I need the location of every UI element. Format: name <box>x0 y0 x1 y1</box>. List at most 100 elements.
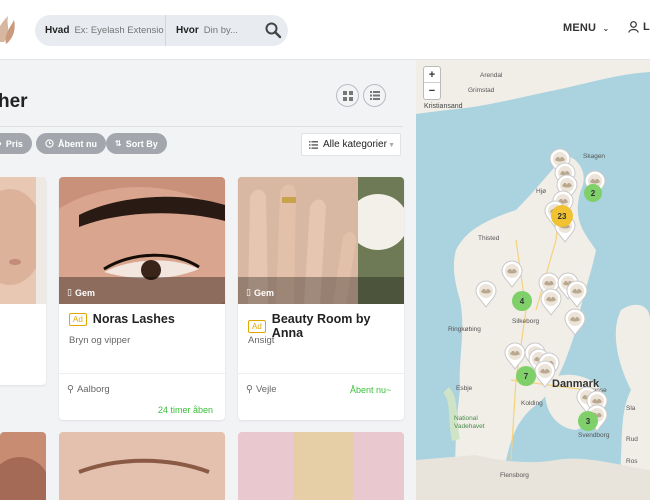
location-label: Vejle <box>255 384 277 395</box>
listing-location: ⚲ Aalborg <box>67 384 110 395</box>
listing-photo <box>238 177 404 304</box>
map-background <box>416 60 650 500</box>
divider <box>59 373 225 374</box>
brand-logo-icon[interactable] <box>0 12 18 48</box>
user-icon <box>628 21 639 33</box>
listing-card-partial[interactable] <box>0 432 46 500</box>
search-what-field[interactable]: Hvad <box>35 15 166 46</box>
map-label: Thisted <box>478 235 500 242</box>
listing-card[interactable]: ▯ Gem Ad Noras Lashes Bryn og vipper ⚲ A… <box>59 177 225 420</box>
category-select-value: Alle kategorier <box>323 139 387 150</box>
map-view[interactable]: + − Arendal Grimstad Kristiansand Skagen… <box>416 60 650 500</box>
search-what-label: Hvad <box>45 25 70 36</box>
sort-by-button[interactable]: ⇅ Sort By <box>106 133 167 154</box>
menu-button[interactable]: MENU ⌄ <box>563 22 609 34</box>
divider <box>238 373 404 374</box>
cluster-count: 7 <box>523 371 529 381</box>
map-label: Ringkøbing <box>448 326 481 333</box>
listing-card[interactable]: ▯ Gem Ad Beauty Room by Anna Ansigt ⚲ Ve… <box>238 177 404 420</box>
ad-badge: Ad <box>248 319 266 333</box>
list-view-button[interactable] <box>363 84 386 107</box>
search-where-input[interactable] <box>203 25 259 36</box>
search-icon[interactable] <box>264 21 282 39</box>
listing-name[interactable]: Beauty Room by Anna <box>272 312 404 340</box>
list-icon <box>309 140 318 149</box>
ad-badge: Ad <box>69 312 87 326</box>
map-cluster[interactable]: 2 <box>584 184 602 202</box>
menu-label: MENU <box>563 22 597 34</box>
zoom-control: + − <box>423 66 441 100</box>
map-pin-icon[interactable] <box>566 280 588 308</box>
save-button[interactable]: ▯ Gem <box>246 287 274 298</box>
listing-card[interactable] <box>238 432 404 500</box>
listing-photo <box>59 177 225 304</box>
top-header: Hvad Hvor MENU ⌄ L <box>0 0 650 60</box>
sort-icon: ⇅ <box>115 139 122 148</box>
map-cluster[interactable]: 7 <box>516 366 536 386</box>
listing-photo <box>0 177 46 304</box>
location-label: Aalborg <box>76 384 110 395</box>
map-label: National <box>454 415 478 422</box>
map-pin-icon[interactable] <box>564 308 586 336</box>
filter-price-button[interactable]: ● Pris <box>0 133 32 154</box>
map-cluster[interactable]: 4 <box>512 291 532 311</box>
map-pin-icon[interactable] <box>501 260 523 288</box>
listing-photo <box>59 432 225 500</box>
divider <box>0 126 403 127</box>
listing-card-partial[interactable] <box>0 177 46 385</box>
grid-view-button[interactable] <box>336 84 359 107</box>
list-icon <box>369 91 380 100</box>
map-label: Sla <box>626 405 636 412</box>
map-pin-icon[interactable] <box>540 288 562 316</box>
map-label: Grimstad <box>468 87 495 94</box>
map-label: Kristiansand <box>424 103 463 110</box>
listing-category: Bryn og vipper <box>69 335 131 346</box>
search-what-input[interactable] <box>74 25 165 36</box>
filter-price-label: Pris <box>5 138 23 149</box>
listing-photo <box>0 432 46 500</box>
map-pin-icon[interactable] <box>475 280 497 308</box>
map-label: Kolding <box>521 400 543 407</box>
map-label: Hjø <box>536 188 547 195</box>
map-cluster[interactable]: 23 <box>551 205 573 227</box>
chevron-down-icon: ⌄ <box>602 24 610 33</box>
listing-name[interactable]: Noras Lashes <box>93 312 175 326</box>
listing-card[interactable] <box>59 432 225 500</box>
sort-by-label: Sort By <box>125 138 158 149</box>
map-label: Ros <box>626 458 638 465</box>
cluster-count: 3 <box>585 416 591 426</box>
zoom-in-button[interactable]: + <box>424 67 440 83</box>
listing-category: Ansigt <box>248 335 275 346</box>
clock-icon <box>45 139 54 148</box>
filter-open-now-button[interactable]: Åbent nu <box>36 133 106 154</box>
map-label: Arendal <box>480 72 503 79</box>
cluster-count: 23 <box>557 211 567 221</box>
map-label: Esbje <box>456 385 473 392</box>
price-icon: ● <box>0 139 2 148</box>
category-select[interactable]: Alle kategorier ▼ <box>301 133 401 156</box>
location-pin-icon: ⚲ <box>67 384 74 395</box>
zoom-out-button[interactable]: − <box>424 83 440 99</box>
login-button[interactable]: L <box>628 21 650 33</box>
map-label: Flensborg <box>500 472 529 479</box>
save-label: Gem <box>253 287 274 298</box>
search-where-label: Hvor <box>176 25 199 36</box>
location-pin-icon: ⚲ <box>246 384 253 395</box>
cluster-count: 4 <box>519 296 525 306</box>
listing-panel: her ● Pris Åbent nu ⇅ Sort By <box>0 60 416 500</box>
save-button[interactable]: ▯ Gem <box>67 287 95 298</box>
listing-photo <box>238 432 404 500</box>
search-where-field[interactable]: Hvor <box>166 15 259 46</box>
save-label: Gem <box>74 287 95 298</box>
map-label: Skagen <box>583 153 606 160</box>
cluster-count: 2 <box>590 188 596 198</box>
map-label: Rud <box>626 436 638 443</box>
map-label: Svendborg <box>578 432 610 439</box>
map-cluster[interactable]: 3 <box>578 411 598 431</box>
search-bar: Hvad Hvor <box>35 15 288 46</box>
listing-location: ⚲ Vejle <box>246 384 277 395</box>
map-pin-icon[interactable] <box>534 360 556 388</box>
bookmark-icon: ▯ <box>246 287 251 297</box>
map-label: Silkeborg <box>512 318 540 325</box>
bookmark-icon: ▯ <box>67 287 72 297</box>
